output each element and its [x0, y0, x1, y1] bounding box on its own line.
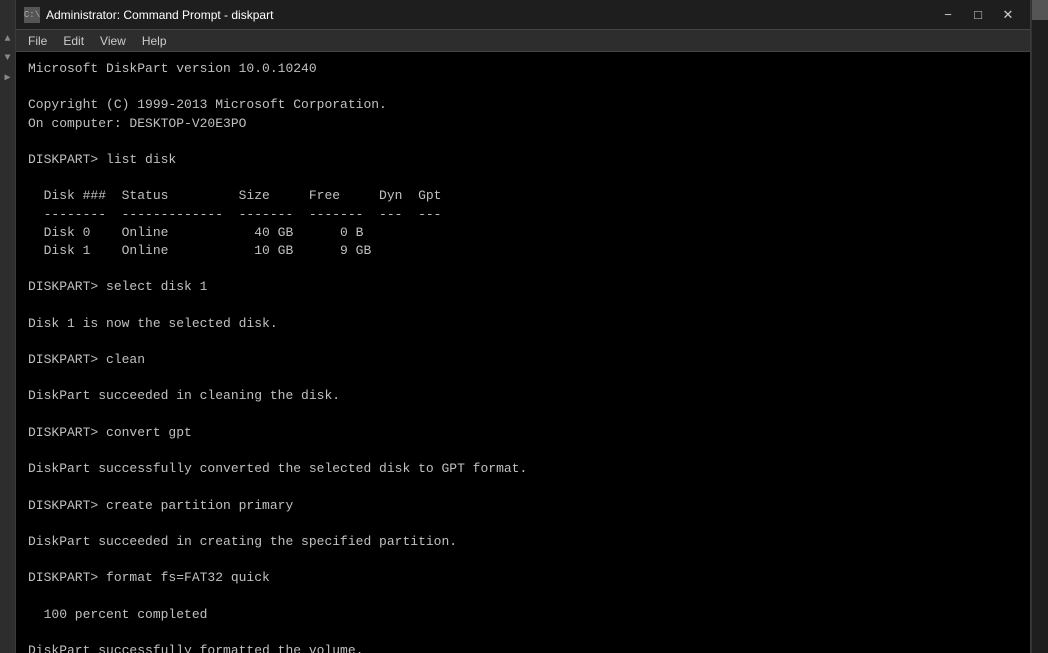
- sidebar-arrow-up[interactable]: ▲: [4, 34, 10, 45]
- menu-view[interactable]: View: [92, 32, 134, 50]
- main-area: C:\ Administrator: Command Prompt - disk…: [16, 0, 1030, 653]
- minimize-button[interactable]: −: [934, 4, 962, 26]
- sidebar-arrow-down[interactable]: ▼: [4, 53, 10, 64]
- cmd-icon: C:\: [24, 7, 40, 23]
- window-title: Administrator: Command Prompt - diskpart: [46, 8, 273, 22]
- menu-help[interactable]: Help: [134, 32, 175, 50]
- left-sidebar: ▲ ▼ ▶: [0, 0, 16, 653]
- right-sidebar: [1030, 0, 1048, 653]
- maximize-button[interactable]: □: [964, 4, 992, 26]
- window-container: ▲ ▼ ▶ C:\ Administrator: Command Prompt …: [0, 0, 1048, 653]
- close-button[interactable]: ✕: [994, 4, 1022, 26]
- title-bar-left: C:\ Administrator: Command Prompt - disk…: [24, 7, 273, 23]
- terminal-output[interactable]: Microsoft DiskPart version 10.0.10240 Co…: [16, 52, 1030, 653]
- menu-edit[interactable]: Edit: [55, 32, 92, 50]
- sidebar-arrow-right[interactable]: ▶: [4, 72, 10, 84]
- menu-file[interactable]: File: [20, 32, 55, 50]
- title-bar-controls: − □ ✕: [934, 4, 1022, 26]
- title-bar: C:\ Administrator: Command Prompt - disk…: [16, 0, 1030, 30]
- menu-bar: File Edit View Help: [16, 30, 1030, 52]
